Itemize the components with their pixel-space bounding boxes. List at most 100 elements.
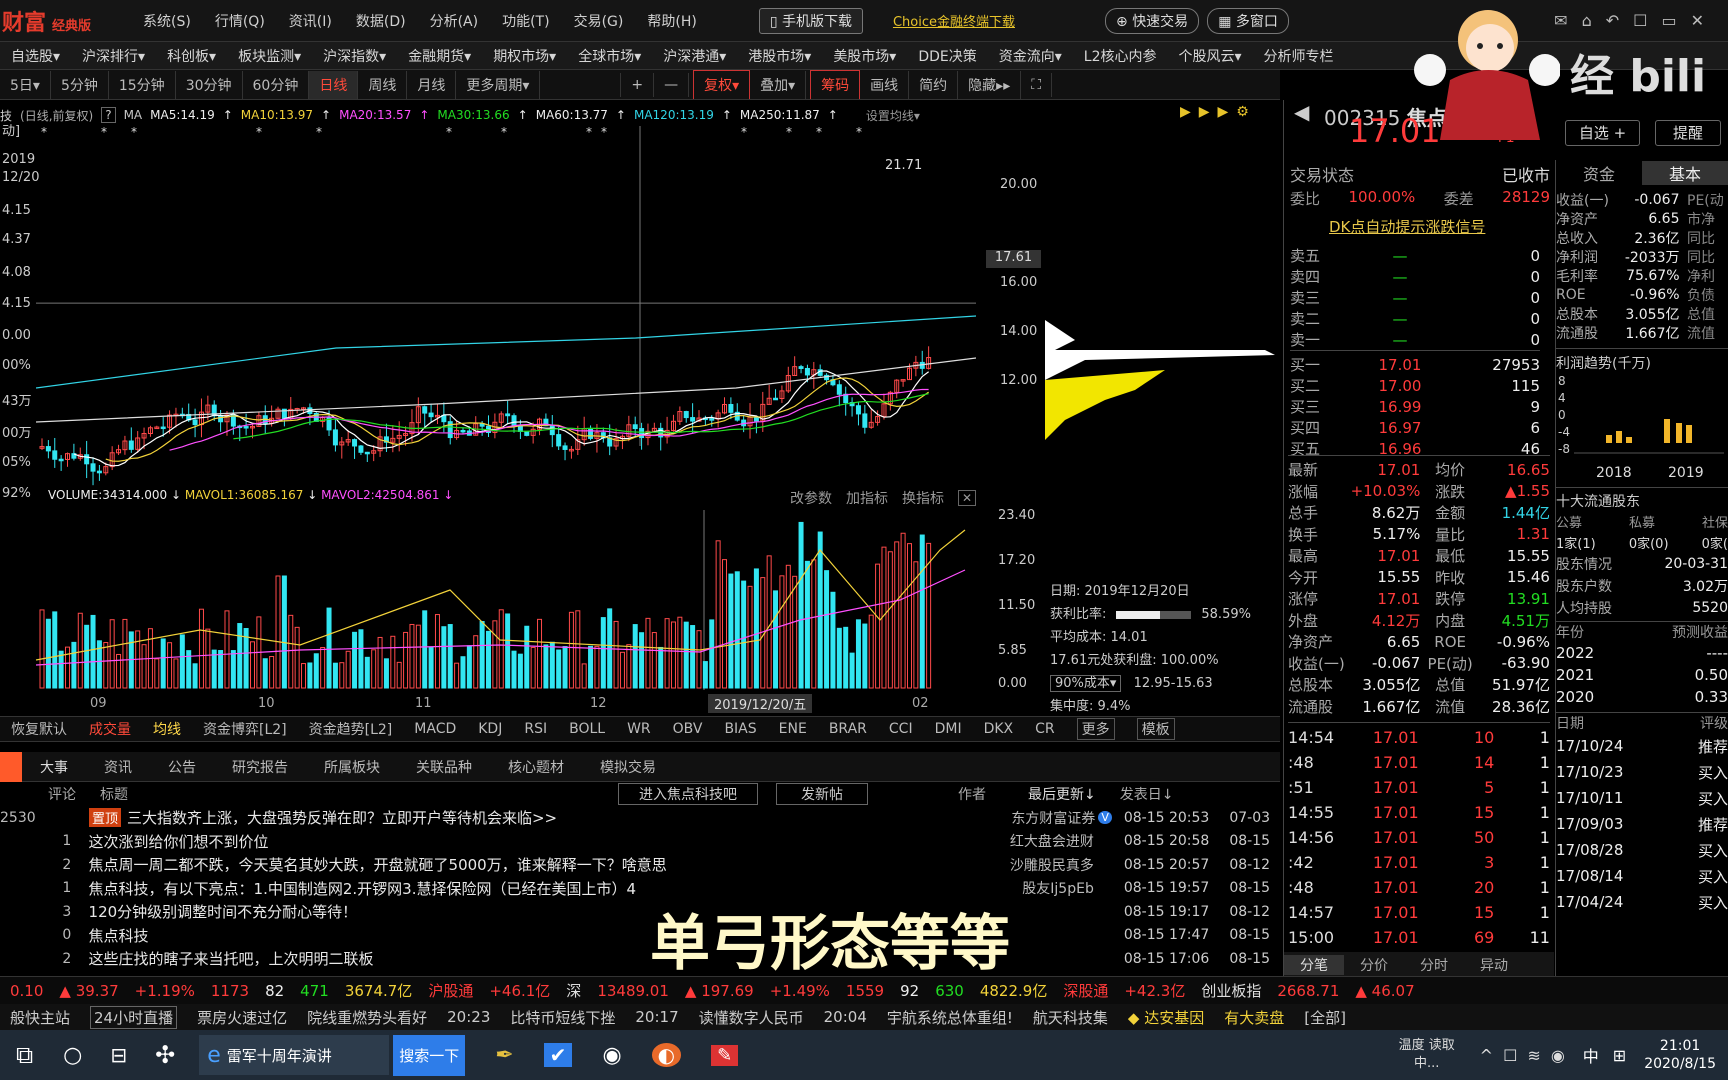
brief-button[interactable]: 简约 <box>909 70 959 99</box>
fast-trade-button[interactable]: ⊕ 快速交易 <box>1105 7 1200 34</box>
nav-item-2[interactable]: 科创板▾ <box>167 46 216 66</box>
rating-row[interactable]: 17/04/24 买入 <box>1556 889 1728 915</box>
news-item[interactable]: [全部] <box>1304 1007 1346 1028</box>
ticker-item[interactable]: 深股通 <box>1063 980 1108 1001</box>
menu-item-1[interactable]: 行情(Q) <box>215 11 265 31</box>
volume-chart[interactable] <box>0 510 980 690</box>
enter-bar-button[interactable]: 进入焦点科技吧 <box>618 783 758 805</box>
info-tab-1[interactable]: 资讯 <box>86 757 150 777</box>
nav-item-12[interactable]: 资金流向▾ <box>999 46 1062 66</box>
forum-row[interactable]: 1 这次涨到给你们想不到价位 红大盘会进财 08-15 20:58 08-15 <box>0 830 1270 853</box>
menu-item-3[interactable]: 数据(D) <box>356 11 406 31</box>
rating-row[interactable]: 17/08/14 买入 <box>1556 863 1728 889</box>
vol-action-0[interactable]: 改参数 <box>790 488 832 508</box>
indicator-10[interactable]: OBV <box>673 721 703 737</box>
indicator-1[interactable]: 成交量 <box>89 719 131 739</box>
forum-title[interactable]: 这次涨到给你们想不到价位 <box>89 831 947 852</box>
candlestick-chart[interactable]: * * * * * * * * * * * * * <box>36 126 976 486</box>
indicator-4[interactable]: 资金趋势[L2] <box>309 719 393 739</box>
tick-tab-3[interactable]: 异动 <box>1464 955 1524 975</box>
ticker-item[interactable]: 471 <box>300 982 329 1000</box>
period-3[interactable]: 30分钟 <box>176 70 243 99</box>
ticker-item[interactable]: ▲ 46.07 <box>1355 982 1414 1000</box>
indicator-15[interactable]: DMI <box>935 721 962 737</box>
nav-item-5[interactable]: 金融期货▾ <box>408 46 471 66</box>
cortana-icon[interactable]: ○ <box>63 1043 82 1068</box>
forum-row[interactable]: 1 焦点科技，有以下亮点：1.中国制造网2.开锣网3.慧择保险网（已经在美国上市）… <box>0 877 1270 900</box>
ticker-item[interactable]: 4822.9亿 <box>980 980 1048 1001</box>
ticker-item[interactable]: +42.3亿 <box>1124 980 1185 1001</box>
quote-prev-icon[interactable]: ◀ <box>1294 100 1309 124</box>
nav-item-9[interactable]: 港股市场▾ <box>748 46 811 66</box>
ticker-item[interactable]: 沪股通 <box>428 980 473 1001</box>
ticker-item[interactable]: 13489.01 <box>597 982 669 1000</box>
nav-item-8[interactable]: 沪深港通▾ <box>663 46 726 66</box>
indicator-17[interactable]: CR <box>1035 721 1055 737</box>
news-item[interactable]: 20:04 <box>824 1008 867 1026</box>
forum-author[interactable]: 红大盘会进财 <box>946 831 1094 851</box>
ma-settings-dropdown[interactable]: 设置均线▾ <box>866 107 920 124</box>
menu-item-4[interactable]: 分析(A) <box>430 11 479 31</box>
news-item[interactable]: 读懂数字人民币 <box>699 1007 804 1028</box>
forum-row[interactable]: 2530 置顶 三大指数齐上涨，大盘强势反弹在即？立即开户等待机会来临>> 东方财富证… <box>0 806 1270 829</box>
forum-author[interactable]: 东方财富证券 <box>947 808 1095 828</box>
multi-window-button[interactable]: ▦ 多窗口 <box>1207 7 1289 34</box>
news-item[interactable]: 票房火速过亿 <box>197 1007 287 1028</box>
dk-signal-link[interactable]: DK点自动提示涨跌信号 <box>1329 216 1485 237</box>
ticker-item[interactable]: 创业板指 <box>1201 980 1261 1001</box>
indicator-3[interactable]: 资金博弈[L2] <box>203 719 287 739</box>
col-posted[interactable]: 发表日↓ <box>1120 784 1174 804</box>
rating-row[interactable]: 17/08/28 买入 <box>1556 837 1728 863</box>
news-item[interactable]: ◆ 达安基因 <box>1128 1007 1204 1028</box>
fullscreen-icon[interactable]: ⛶ <box>1021 72 1053 97</box>
draw-line-button[interactable]: 画线 <box>860 70 910 99</box>
media-app-icon[interactable]: ◐ <box>651 1043 682 1067</box>
news-item[interactable]: 20:17 <box>635 1008 678 1026</box>
ticker-item[interactable]: ▲ 197.69 <box>685 982 754 1000</box>
indicator-6[interactable]: KDJ <box>478 721 502 737</box>
indicator-0[interactable]: 恢复默认 <box>11 719 67 739</box>
ime-mode-icon[interactable]: ⊞ <box>1613 1046 1626 1065</box>
nav-item-3[interactable]: 板块监测▾ <box>238 46 301 66</box>
nav-item-11[interactable]: DDE决策 <box>918 46 976 66</box>
fuquan-dropdown[interactable]: 复权▾ <box>693 70 751 99</box>
indicator-8[interactable]: BOLL <box>569 721 605 737</box>
period-5[interactable]: 日线 <box>309 70 359 99</box>
info-tab-6[interactable]: 核心题材 <box>490 757 582 777</box>
forum-title[interactable]: 焦点周一周二都不跌，今天莫名其妙大跌，开盘就砸了5000万，谁来解释一下？啥意思 <box>89 854 947 875</box>
indicator-2[interactable]: 均线 <box>153 719 181 739</box>
nav-item-6[interactable]: 期权市场▾ <box>493 46 556 66</box>
period-1[interactable]: 5分钟 <box>51 70 109 99</box>
ticker-item[interactable]: ▲ 39.37 <box>59 982 118 1000</box>
nav-item-0[interactable]: 自选股▾ <box>11 46 60 66</box>
forum-row[interactable]: 3 120分钟级别调整时间不充分耐心等待！ 08-15 19:17 08-12 <box>0 900 1270 923</box>
nav-item-4[interactable]: 沪深指数▾ <box>323 46 386 66</box>
info-tab-5[interactable]: 关联品种 <box>398 757 490 777</box>
ticker-item[interactable]: 0.10 <box>10 982 43 1000</box>
period-4[interactable]: 60分钟 <box>243 70 310 99</box>
cost-range-select[interactable]: 90%成本▾ <box>1050 675 1122 692</box>
ticker-item[interactable]: +1.19% <box>135 982 195 1000</box>
ticker-item[interactable]: 深 <box>566 980 581 1001</box>
vol-action-1[interactable]: 加指标 <box>846 488 888 508</box>
nav-item-13[interactable]: L2核心内参 <box>1084 46 1157 66</box>
info-tab-0[interactable]: 大事 <box>22 757 86 777</box>
alert-button[interactable]: 提醒 <box>1655 120 1721 146</box>
menu-item-2[interactable]: 资讯(I) <box>289 11 332 31</box>
menu-item-5[interactable]: 功能(T) <box>502 11 549 31</box>
tick-tab-1[interactable]: 分价 <box>1344 955 1404 975</box>
menu-item-6[interactable]: 交易(G) <box>574 11 624 31</box>
menu-item-7[interactable]: 帮助(H) <box>647 11 696 31</box>
news-item[interactable]: 宇航系统总体重组! <box>887 1007 1013 1028</box>
browser-task[interactable]: e 雷军十周年演讲 <box>199 1035 390 1075</box>
indicator-18[interactable]: 更多 <box>1076 718 1115 740</box>
ticker-item[interactable]: 630 <box>935 982 964 1000</box>
window-controls[interactable]: ✉⌂↶☐▭✕ <box>1554 11 1718 30</box>
news-item[interactable]: 院线重燃势头看好 <box>307 1007 427 1028</box>
chat-app-icon[interactable]: ✔ <box>543 1043 573 1067</box>
news-item[interactable]: 航天科技集 <box>1033 1007 1108 1028</box>
chart-play-icons[interactable]: ▶▶▶⚙ <box>1180 104 1257 120</box>
indicator-11[interactable]: BIAS <box>724 721 756 737</box>
ticker-item[interactable]: 2668.71 <box>1277 982 1339 1000</box>
indicator-7[interactable]: RSI <box>524 721 547 737</box>
